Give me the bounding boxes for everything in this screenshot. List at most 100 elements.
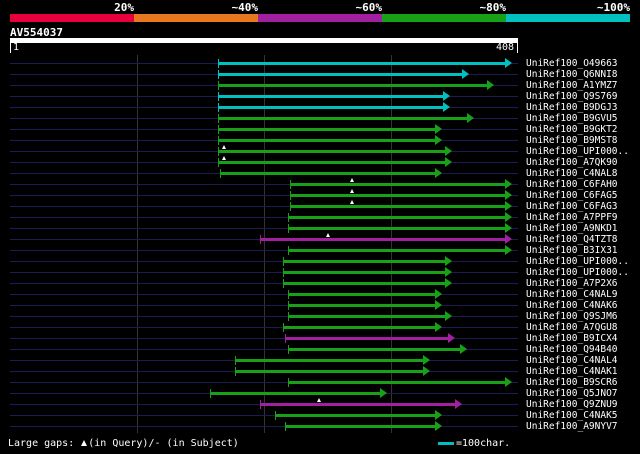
hit-row[interactable]: UniRef100_B9ICX4: [0, 333, 640, 344]
hit-alignment-bar[interactable]: [220, 172, 437, 175]
hit-row[interactable]: UniRef100_O49663: [0, 58, 640, 69]
hit-alignment-bar[interactable]: [287, 381, 506, 384]
hit-alignment-bar[interactable]: [235, 370, 424, 373]
hit-label-link[interactable]: UniRef100_A7P2X6: [526, 278, 618, 289]
hit-label-link[interactable]: UniRef100_C4NAL8: [526, 168, 618, 179]
hit-row[interactable]: UniRef100_Q6NNI8: [0, 69, 640, 80]
hit-row[interactable]: UniRef100_Q94B40: [0, 344, 640, 355]
hit-alignment-bar[interactable]: [287, 304, 437, 307]
hit-alignment-bar[interactable]: [287, 216, 506, 219]
hit-row[interactable]: UniRef100_A7QK90: [0, 156, 640, 168]
hit-alignment-bar[interactable]: [217, 84, 489, 87]
hit-label-link[interactable]: UniRef100_UPI000..: [526, 267, 629, 278]
hit-row[interactable]: UniRef100_A1YMZ7: [0, 80, 640, 91]
hit-label-link[interactable]: UniRef100_C4NAL4: [526, 355, 618, 366]
hit-label-link[interactable]: UniRef100_B9GVU5: [526, 113, 618, 124]
hit-alignment-bar[interactable]: [287, 348, 461, 351]
hit-row[interactable]: UniRef100_C4NAL4: [0, 355, 640, 366]
hit-label-link[interactable]: UniRef100_C4NAK1: [526, 366, 618, 377]
hit-label-link[interactable]: UniRef100_Q9SJM6: [526, 311, 618, 322]
hit-row[interactable]: UniRef100_C4NAK5: [0, 410, 640, 421]
hit-row[interactable]: UniRef100_A9NKD1: [0, 223, 640, 234]
hit-label-link[interactable]: UniRef100_O49663: [526, 58, 618, 69]
hit-row[interactable]: UniRef100_UPI000..: [0, 256, 640, 267]
hit-row[interactable]: UniRef100_C6FAH0: [0, 178, 640, 190]
hit-row[interactable]: UniRef100_B9SCR6: [0, 377, 640, 388]
hit-row[interactable]: UniRef100_Q9ZNU9: [0, 398, 640, 410]
hit-alignment-bar[interactable]: [217, 117, 469, 120]
hit-row[interactable]: UniRef100_B9DGJ3: [0, 102, 640, 113]
hit-label-link[interactable]: UniRef100_Q5JNO7: [526, 388, 618, 399]
hit-label-link[interactable]: UniRef100_B9ICX4: [526, 333, 618, 344]
hit-alignment-bar[interactable]: [260, 403, 456, 406]
hit-alignment-bar[interactable]: [285, 425, 437, 428]
hit-label-link[interactable]: UniRef100_C6FAG5: [526, 190, 618, 201]
hit-label-link[interactable]: UniRef100_UPI000..: [526, 256, 629, 267]
hit-row[interactable]: UniRef100_B9GKT2: [0, 124, 640, 135]
hit-label-link[interactable]: UniRef100_Q94B40: [526, 344, 618, 355]
hit-alignment-bar[interactable]: [217, 139, 437, 142]
hit-label-link[interactable]: UniRef100_Q6NNI8: [526, 69, 618, 80]
hit-row[interactable]: UniRef100_A9NYV7: [0, 421, 640, 432]
hit-alignment-bar[interactable]: [282, 271, 446, 274]
hit-label-link[interactable]: UniRef100_C6FAG3: [526, 201, 618, 212]
hit-alignment-bar[interactable]: [217, 62, 506, 65]
hit-row[interactable]: UniRef100_B9MST8: [0, 135, 640, 146]
hit-label-link[interactable]: UniRef100_Q9S769: [526, 91, 618, 102]
hit-row[interactable]: UniRef100_C4NAL9: [0, 289, 640, 300]
hit-row[interactable]: UniRef100_Q4TZT8: [0, 233, 640, 245]
hit-label-link[interactable]: UniRef100_UPI000..: [526, 146, 629, 157]
hit-label-link[interactable]: UniRef100_C4NAL9: [526, 289, 618, 300]
hit-alignment-bar[interactable]: [217, 128, 437, 131]
hit-alignment-bar[interactable]: [287, 249, 506, 252]
hit-label-link[interactable]: UniRef100_B3IX31: [526, 245, 618, 256]
hit-label-link[interactable]: UniRef100_A7QGU8: [526, 322, 618, 333]
hit-alignment-bar[interactable]: [217, 161, 446, 164]
hit-label-link[interactable]: UniRef100_Q9ZNU9: [526, 399, 618, 410]
hit-alignment-bar[interactable]: [282, 260, 446, 263]
hit-alignment-bar[interactable]: [275, 414, 437, 417]
hit-alignment-bar[interactable]: [287, 315, 446, 318]
hit-label-link[interactable]: UniRef100_A1YMZ7: [526, 80, 618, 91]
hit-alignment-bar[interactable]: [217, 150, 446, 153]
hit-row[interactable]: UniRef100_B3IX31: [0, 245, 640, 256]
hit-row[interactable]: UniRef100_C4NAK6: [0, 300, 640, 311]
hit-label-link[interactable]: UniRef100_A9NKD1: [526, 223, 618, 234]
hit-row[interactable]: UniRef100_C6FAG5: [0, 189, 640, 201]
hit-label-link[interactable]: UniRef100_C4NAK5: [526, 410, 618, 421]
hit-alignment-bar[interactable]: [217, 106, 444, 109]
hit-alignment-bar[interactable]: [282, 326, 437, 329]
hit-alignment-bar[interactable]: [210, 392, 382, 395]
hit-label-link[interactable]: UniRef100_A9NYV7: [526, 421, 618, 432]
hit-row[interactable]: UniRef100_C4NAL8: [0, 168, 640, 179]
hit-label-link[interactable]: UniRef100_Q4TZT8: [526, 234, 618, 245]
hit-alignment-bar[interactable]: [260, 238, 506, 241]
hit-row[interactable]: UniRef100_UPI000..: [0, 145, 640, 157]
hit-row[interactable]: UniRef100_UPI000..: [0, 267, 640, 278]
hit-label-link[interactable]: UniRef100_B9SCR6: [526, 377, 618, 388]
hit-row[interactable]: UniRef100_A7P2X6: [0, 278, 640, 289]
hit-label-link[interactable]: UniRef100_B9GKT2: [526, 124, 618, 135]
hit-label-link[interactable]: UniRef100_A7QK90: [526, 157, 618, 168]
hit-row[interactable]: UniRef100_A7QGU8: [0, 322, 640, 333]
hit-row[interactable]: UniRef100_C4NAK1: [0, 366, 640, 377]
hit-alignment-bar[interactable]: [235, 359, 424, 362]
hit-alignment-bar[interactable]: [287, 293, 437, 296]
hit-label-link[interactable]: UniRef100_C6FAH0: [526, 179, 618, 190]
hit-row[interactable]: UniRef100_C6FAG3: [0, 200, 640, 212]
hit-alignment-bar[interactable]: [287, 227, 506, 230]
hit-label-link[interactable]: UniRef100_C4NAK6: [526, 300, 618, 311]
hit-alignment-bar[interactable]: [290, 194, 506, 197]
hit-alignment-bar[interactable]: [290, 205, 506, 208]
hit-row[interactable]: UniRef100_A7PPF9: [0, 212, 640, 223]
hit-label-link[interactable]: UniRef100_B9DGJ3: [526, 102, 618, 113]
hit-alignment-bar[interactable]: [285, 337, 449, 340]
hit-label-link[interactable]: UniRef100_A7PPF9: [526, 212, 618, 223]
hit-row[interactable]: UniRef100_B9GVU5: [0, 113, 640, 124]
hit-row[interactable]: UniRef100_Q9SJM6: [0, 311, 640, 322]
hit-label-link[interactable]: UniRef100_B9MST8: [526, 135, 618, 146]
hit-alignment-bar[interactable]: [217, 73, 464, 76]
hit-alignment-bar[interactable]: [217, 95, 444, 98]
hit-row[interactable]: UniRef100_Q9S769: [0, 91, 640, 102]
hit-alignment-bar[interactable]: [282, 282, 446, 285]
